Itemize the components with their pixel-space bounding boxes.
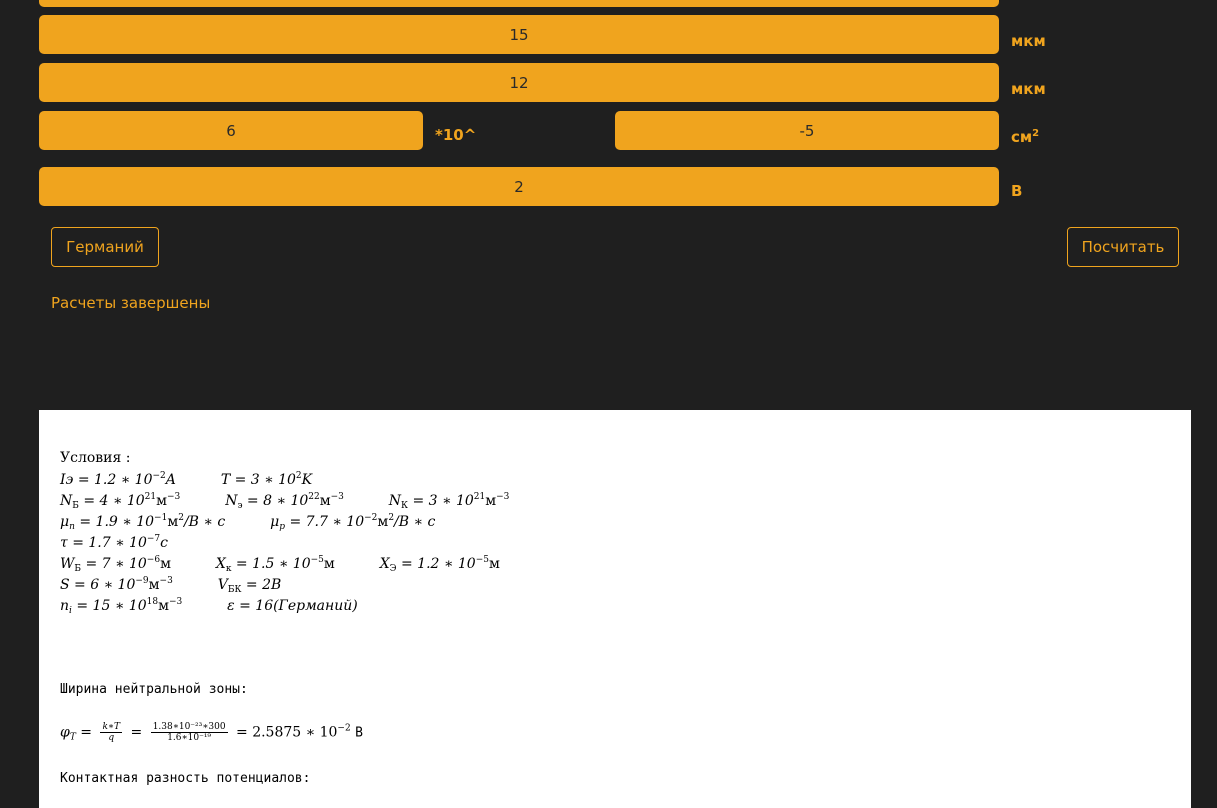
voltage-input[interactable]: 2 — [39, 167, 999, 206]
phi-formula: φT = k∗T q = 1.38∗10⁻²³∗300 1.6∗10⁻¹⁹ = 2.… — [60, 722, 363, 743]
condition-line-1: Iэ = 1.2 ∗ 10−2A T = 3 ∗ 102K — [60, 471, 313, 488]
section-neutral-zone-title: Ширина нейтральной зоны: — [60, 682, 248, 697]
area-unit-label: см2 — [1011, 128, 1040, 146]
results-panel: Условия : Iэ = 1.2 ∗ 10−2A T = 3 ∗ 102K … — [39, 410, 1191, 808]
material-button[interactable]: Германий — [51, 227, 159, 267]
xk-unit-label: мкм — [1011, 32, 1046, 50]
times-ten-label: *10^ — [435, 126, 477, 144]
condition-line-2: NБ = 4 ∗ 1021м−3 Nэ = 8 ∗ 1022м−3 NК = 3… — [60, 492, 510, 511]
status-message: Расчеты завершены — [51, 294, 211, 312]
condition-line-3: μn = 1.9 ∗ 10−1м2/B ∗ c μp = 7.7 ∗ 10−2м… — [60, 513, 436, 532]
area-mantissa-input[interactable]: 6 — [39, 111, 423, 150]
conditions-title: Условия : — [60, 450, 131, 466]
area-exponent-input[interactable]: -5 — [615, 111, 999, 150]
condition-line-7: ni = 15 ∗ 1018м−3 ε = 16(Германий) — [60, 597, 358, 616]
calculate-button[interactable]: Посчитать — [1067, 227, 1179, 267]
condition-line-4: τ = 1.7 ∗ 10−7c — [60, 534, 168, 551]
xe-input[interactable]: 12 — [39, 63, 999, 102]
section-contact-potential-title: Контактная разность потенциалов: — [60, 771, 311, 786]
condition-line-6: S = 6 ∗ 10−9м−3 VБК = 2B — [60, 576, 282, 595]
partial-input-field[interactable] — [39, 0, 999, 7]
condition-line-5: WБ = 7 ∗ 10−6м Xк = 1.5 ∗ 10−5м XЭ = 1.2… — [60, 555, 500, 574]
xe-unit-label: мкм — [1011, 80, 1046, 98]
voltage-unit-label: В — [1011, 182, 1023, 200]
xk-input[interactable]: 15 — [39, 15, 999, 54]
